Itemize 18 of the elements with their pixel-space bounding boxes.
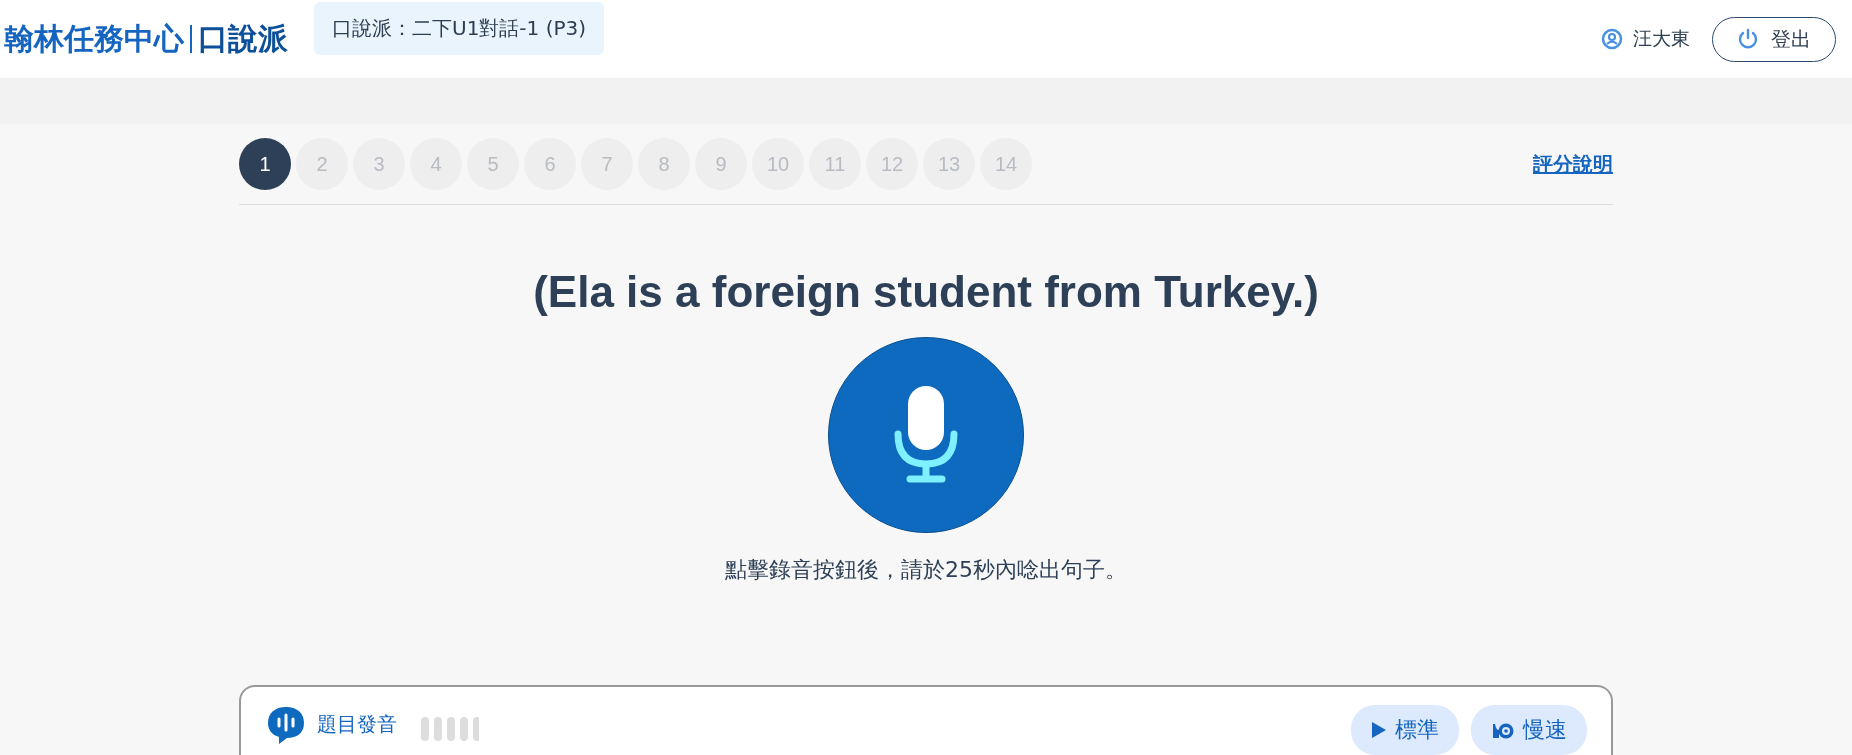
- microphone-icon: [894, 386, 958, 484]
- power-icon: [1737, 28, 1759, 50]
- waveform-icon: [421, 715, 479, 743]
- lesson-badge: 口說派：二下U1對話-1 (P3): [314, 2, 605, 55]
- speech-bubble-icon: [267, 705, 305, 745]
- product-name: 口說派: [198, 19, 288, 58]
- scoring-link[interactable]: 評分說明: [1533, 150, 1613, 178]
- sentence-text: (Ela is a foreign student from Turkey.): [532, 267, 1320, 317]
- page-number[interactable]: 1: [239, 138, 291, 190]
- slow-play-button[interactable]: 慢速: [1471, 705, 1587, 755]
- instruction-text: 點擊錄音按鈕後，請於25秒內唸出句子。: [724, 556, 1128, 584]
- panel-title: 題目發音: [317, 711, 397, 738]
- play-icon: [1371, 721, 1387, 739]
- brand-logo: 翰林任務中心: [4, 19, 184, 58]
- play-button[interactable]: 標準: [1351, 705, 1459, 755]
- logout-button[interactable]: 登出: [1712, 16, 1836, 62]
- user-name: 汪大東: [1633, 26, 1690, 51]
- user-icon: [1601, 28, 1623, 50]
